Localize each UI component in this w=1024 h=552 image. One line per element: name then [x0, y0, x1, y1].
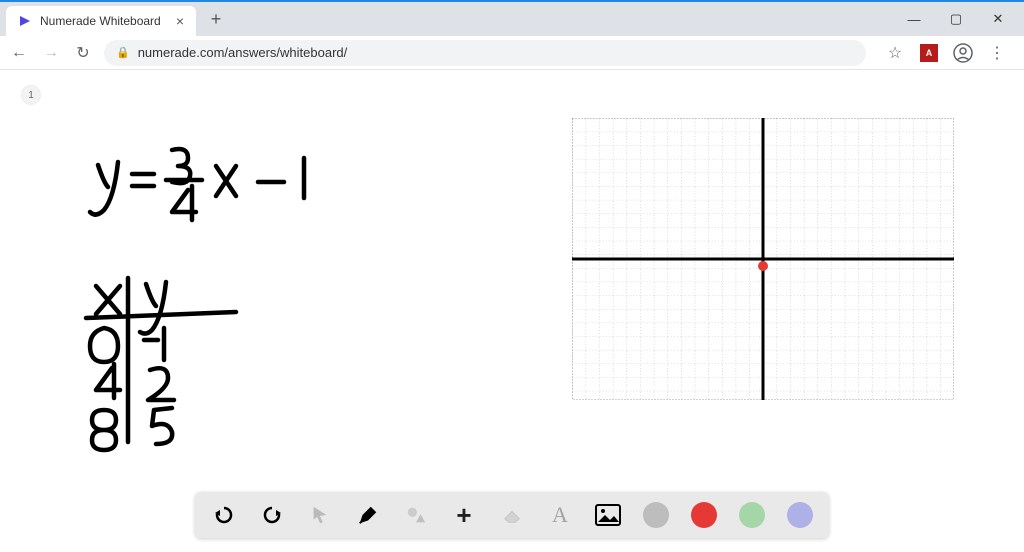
new-tab-button[interactable]: + [202, 5, 230, 33]
browser-chrome: Numerade Whiteboard × + — ▢ ✕ ← → ↻ 🔒 nu… [0, 0, 1024, 70]
undo-button[interactable] [211, 502, 237, 528]
back-button[interactable]: ← [8, 42, 30, 64]
color-gray[interactable] [643, 502, 669, 528]
coordinate-grid[interactable] [572, 118, 954, 400]
profile-icon[interactable] [952, 42, 974, 64]
text-tool[interactable]: A [547, 502, 573, 528]
tab-title: Numerade Whiteboard [40, 14, 161, 28]
favicon-icon [18, 14, 32, 28]
kebab-menu-icon[interactable]: ⋮ [986, 42, 1008, 64]
shapes-tool[interactable] [403, 502, 429, 528]
close-window-button[interactable]: ✕ [978, 4, 1018, 34]
reload-button[interactable]: ↻ [72, 42, 94, 64]
pdf-extension-icon[interactable]: A [918, 42, 940, 64]
window-controls: — ▢ ✕ [894, 4, 1024, 34]
image-tool[interactable] [595, 502, 621, 528]
browser-tab[interactable]: Numerade Whiteboard × [6, 6, 196, 36]
url-text: numerade.com/answers/whiteboard/ [138, 45, 348, 60]
tab-strip: Numerade Whiteboard × + — ▢ ✕ [0, 2, 1024, 36]
color-red[interactable] [691, 502, 717, 528]
eraser-tool[interactable] [499, 502, 525, 528]
redo-button[interactable] [259, 502, 285, 528]
pointer-tool[interactable] [307, 502, 333, 528]
maximize-button[interactable]: ▢ [936, 4, 976, 34]
add-button[interactable]: + [451, 502, 477, 528]
origin-point [758, 261, 768, 271]
whiteboard-page: 1 [0, 70, 1024, 552]
url-field[interactable]: 🔒 numerade.com/answers/whiteboard/ [104, 40, 866, 66]
address-bar: ← → ↻ 🔒 numerade.com/answers/whiteboard/… [0, 36, 1024, 70]
tab-close-icon[interactable]: × [176, 13, 184, 29]
forward-button[interactable]: → [40, 42, 62, 64]
lock-icon: 🔒 [116, 46, 130, 59]
pen-tool[interactable] [355, 502, 381, 528]
whiteboard-toolbar: + A [195, 492, 829, 538]
minimize-button[interactable]: — [894, 4, 934, 34]
color-green[interactable] [739, 502, 765, 528]
bookmark-star-icon[interactable]: ☆ [884, 42, 906, 64]
color-purple[interactable] [787, 502, 813, 528]
